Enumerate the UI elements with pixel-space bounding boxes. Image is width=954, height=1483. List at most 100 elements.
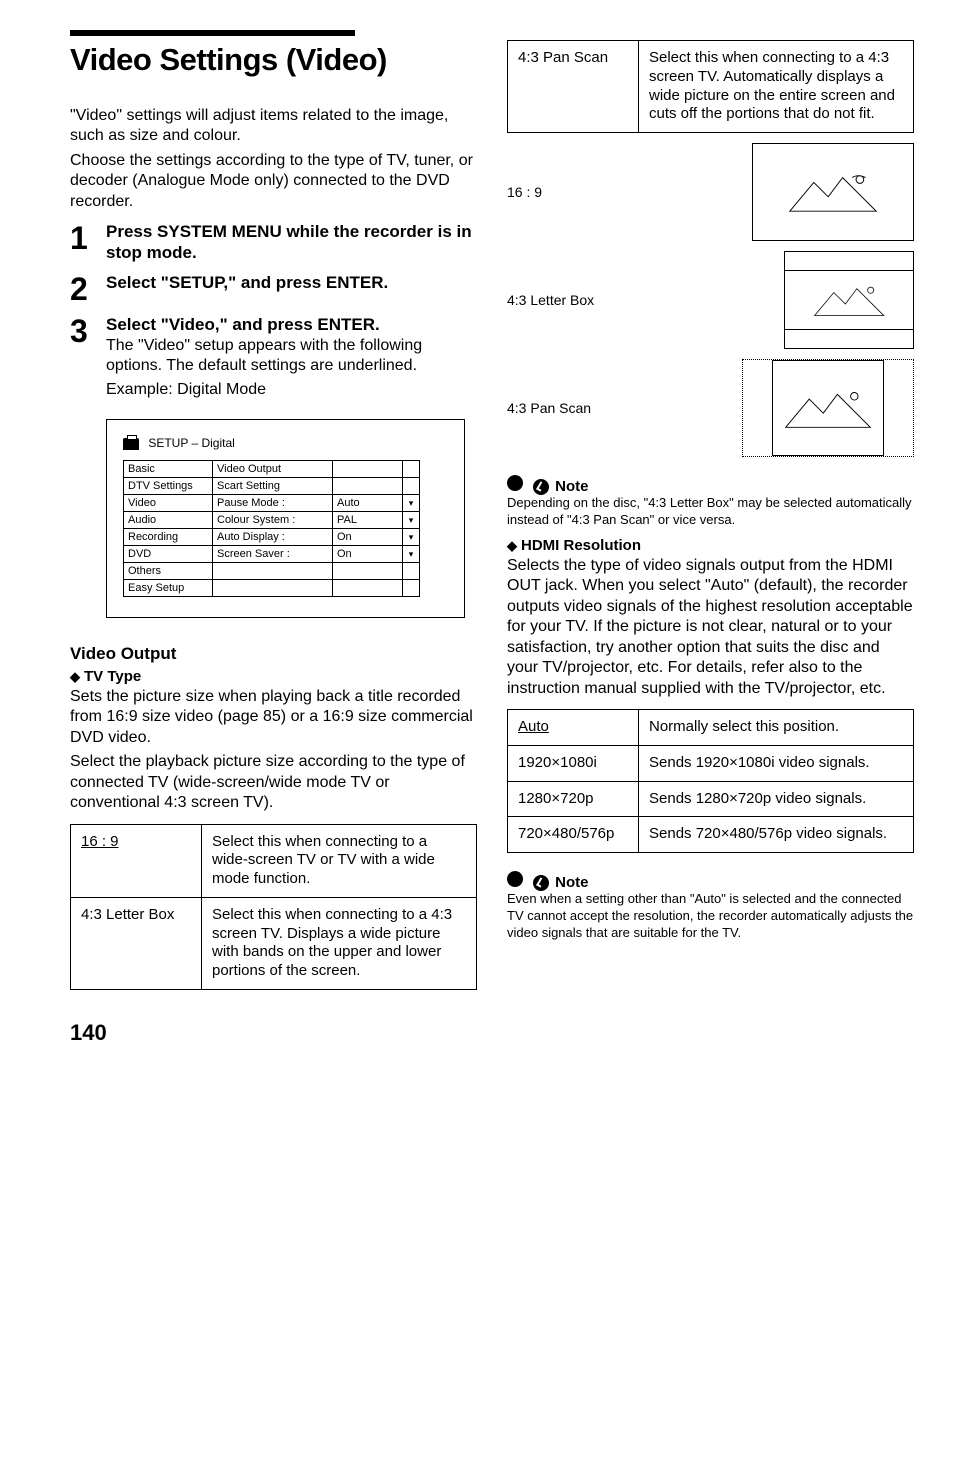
setup-row: On (333, 546, 403, 563)
hdmi-body: Selects the type of video signals output… (507, 556, 914, 699)
arrow-icon: ▾ (403, 529, 419, 546)
note-head-text: Note (555, 478, 588, 495)
setup-menu-title: SETUP – Digital (123, 436, 448, 450)
note-body: Depending on the disc, "4:3 Letter Box" … (507, 495, 914, 529)
aspect-label: 16 : 9 (507, 184, 647, 200)
table-row: 4:3 Letter Box Select this when connecti… (71, 897, 477, 989)
setup-row (333, 580, 403, 597)
setup-row: Scart Setting (213, 478, 333, 495)
aspect-label: 4:3 Letter Box (507, 292, 647, 308)
setup-row: Video Output (213, 460, 333, 478)
setup-row (213, 580, 333, 597)
table-row: 720×480/576p Sends 720×480/576p video si… (508, 817, 914, 853)
opt-val: Sends 1280×720p video signals. (639, 781, 914, 817)
table-row: 16 : 9 Select this when connecting to a … (71, 824, 477, 897)
step-3: 3 Select "Video," and press ENTER. The "… (70, 315, 477, 405)
setup-menu-table: Basic DTV Settings Video Audio Recording… (123, 460, 448, 597)
setup-row (213, 563, 333, 580)
step-2-num: 2 (70, 273, 106, 305)
opt-key: 16 : 9 (81, 833, 119, 850)
setup-row: Recording (123, 529, 213, 546)
setup-row: Others (123, 563, 213, 580)
opt-val: Sends 1920×1080i video signals. (639, 745, 914, 781)
arrow-icon: ▾ (403, 495, 419, 512)
setup-row: PAL (333, 512, 403, 529)
arrow-icon: ▾ (403, 546, 419, 563)
note-body: Even when a setting other than "Auto" is… (507, 891, 914, 942)
aspect-illustration (752, 143, 914, 241)
mountain-icon (773, 385, 883, 432)
page: Video Settings (Video) "Video" settings … (0, 0, 954, 1010)
note-head: Note (507, 475, 914, 495)
setup-row: Video (123, 495, 213, 512)
setup-row: Colour System : (213, 512, 333, 529)
tv-type-table: 16 : 9 Select this when connecting to a … (70, 824, 477, 990)
setup-row: Screen Saver : (213, 546, 333, 563)
left-column: Video Settings (Video) "Video" settings … (70, 30, 477, 990)
aspect-16-9: 16 : 9 (507, 143, 914, 241)
arrow-icon: ▾ (403, 512, 419, 529)
table-row: 1920×1080i Sends 1920×1080i video signal… (508, 745, 914, 781)
setup-menu-title-text: SETUP – Digital (148, 436, 234, 450)
note-head-text: Note (555, 874, 588, 891)
opt-key: 1920×1080i (508, 745, 639, 781)
step-2-head: Select "SETUP," and press ENTER. (106, 273, 477, 293)
setup-row: Audio (123, 512, 213, 529)
video-output-head: Video Output (70, 644, 477, 664)
setup-row (403, 478, 419, 495)
tv-type-p2: Select the playback picture size accordi… (70, 752, 477, 813)
opt-key: 4:3 Pan Scan (508, 41, 639, 133)
tv-type-table-cont: 4:3 Pan Scan Select this when connecting… (507, 40, 914, 133)
step-3-body: The "Video" setup appears with the follo… (106, 336, 477, 377)
setup-row (333, 563, 403, 580)
table-row: 4:3 Pan Scan Select this when connecting… (508, 41, 914, 133)
opt-val: Normally select this position. (639, 710, 914, 746)
step-1-head: Press SYSTEM MENU while the recorder is … (106, 222, 477, 263)
page-title: Video Settings (Video) (70, 42, 477, 78)
intro-1: "Video" settings will adjust items relat… (70, 106, 477, 147)
setup-row: DVD (123, 546, 213, 563)
setup-row (403, 563, 419, 580)
opt-val: Select this when connecting to a 4:3 scr… (202, 897, 477, 989)
setup-row: Auto (333, 495, 403, 512)
setup-row: DTV Settings (123, 478, 213, 495)
opt-key: Auto (518, 718, 549, 735)
table-row: 1280×720p Sends 1280×720p video signals. (508, 781, 914, 817)
step-3-num: 3 (70, 315, 106, 405)
setup-row: Basic (123, 460, 213, 478)
tv-type-p1: Sets the picture size when playing back … (70, 687, 477, 748)
note-head: Note (507, 871, 914, 891)
step-3-head: Select "Video," and press ENTER. (106, 315, 477, 335)
opt-val: Select this when connecting to a wide-sc… (202, 824, 477, 897)
setup-row: Auto Display : (213, 529, 333, 546)
aspect-illustration (784, 251, 914, 349)
step-1-num: 1 (70, 222, 106, 263)
mountain-icon (769, 168, 897, 216)
table-row: Auto Normally select this position. (508, 710, 914, 746)
aspect-illustration (742, 359, 914, 457)
setup-row: Pause Mode : (213, 495, 333, 512)
title-rule (70, 30, 355, 36)
aspect-panscan: 4:3 Pan Scan (507, 359, 914, 457)
right-column: 4:3 Pan Scan Select this when connecting… (507, 30, 914, 990)
mountain-icon (798, 281, 900, 319)
opt-key: 1280×720p (508, 781, 639, 817)
tv-type-head: TV Type (70, 668, 477, 685)
setup-row: On (333, 529, 403, 546)
setup-row (403, 580, 419, 597)
opt-key: 720×480/576p (508, 817, 639, 853)
intro-2: Choose the settings according to the typ… (70, 151, 477, 212)
setup-row (333, 478, 403, 495)
note-icon (533, 479, 549, 495)
page-number: 140 (0, 1010, 954, 1066)
opt-val: Sends 720×480/576p video signals. (639, 817, 914, 853)
aspect-letterbox: 4:3 Letter Box (507, 251, 914, 349)
note-icon (533, 875, 549, 891)
setup-row: Easy Setup (123, 580, 213, 597)
hdmi-table: Auto Normally select this position. 1920… (507, 709, 914, 853)
hdmi-head: HDMI Resolution (507, 537, 914, 554)
opt-val: Select this when connecting to a 4:3 scr… (639, 41, 914, 133)
step-3-body2: Example: Digital Mode (106, 380, 477, 400)
step-1: 1 Press SYSTEM MENU while the recorder i… (70, 222, 477, 263)
opt-key: 4:3 Letter Box (71, 897, 202, 989)
